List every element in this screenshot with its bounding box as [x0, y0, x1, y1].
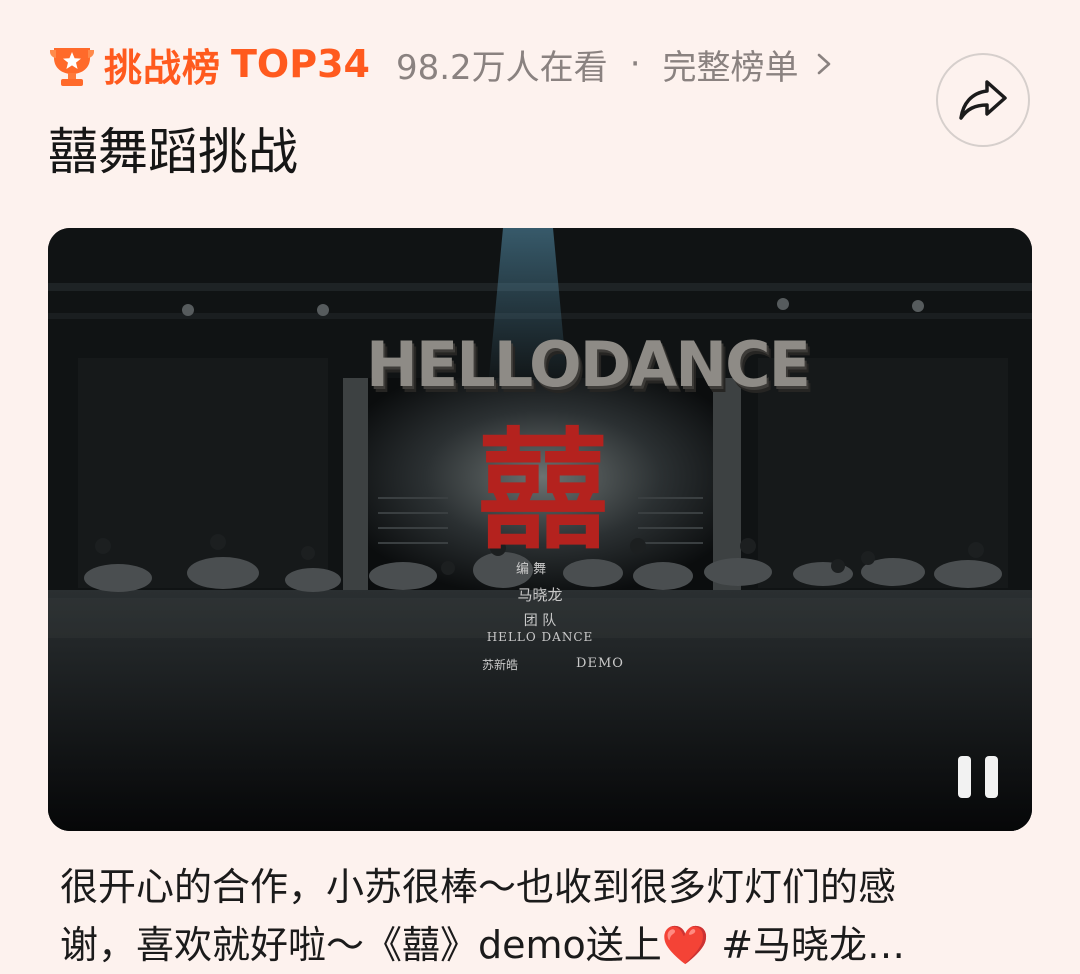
share-button[interactable] [936, 53, 1030, 147]
full-list-link[interactable]: 完整榜单 [663, 40, 799, 89]
credit-role: 编 舞 [516, 562, 547, 577]
demo-label: DEMO [576, 656, 624, 671]
pause-bar-right [985, 756, 998, 798]
viewer-count: 98.2万人在看 [395, 47, 608, 88]
pause-bar-left [958, 756, 971, 798]
video-big-character: 囍 [477, 414, 608, 567]
challenge-rank-row[interactable]: 挑战榜 TOP34 98.2万人在看 · 完整榜单 [48, 36, 835, 92]
caption-line-1: 很开心的合作，小苏很棒～也收到很多灯灯们的感 [60, 865, 897, 909]
pause-icon[interactable] [958, 756, 998, 798]
trophy-icon [50, 48, 94, 86]
separator-dot: · [629, 44, 641, 84]
chevron-right-icon [817, 53, 830, 75]
heart-emoji: ❤️ [661, 923, 710, 967]
team-name: HELLO DANCE [486, 630, 594, 644]
caption-line-2: 谢，喜欢就好啦～《囍》demo送上❤️ #马晓龙… [60, 916, 1020, 974]
challenge-title[interactable]: 囍舞蹈挑战 [48, 112, 298, 184]
share-icon [959, 80, 1007, 120]
credit-name: 马晓龙 [517, 586, 563, 604]
video-caption[interactable]: 很开心的合作，小苏很棒～也收到很多灯灯们的感 谢，喜欢就好啦～《囍》demo送上… [60, 858, 1020, 974]
video-overlay-title: HELLODANCE [366, 328, 811, 401]
video-player[interactable]: HELLODANCE 囍 编 舞 马晓龙 团 队 HELLO DANCE 苏新皓… [48, 228, 1032, 831]
team-label: 团 队 [523, 613, 557, 629]
caption-line-2-text: 谢，喜欢就好啦～《囍》demo送上 [60, 923, 662, 967]
caption-hashtag[interactable]: #马晓龙… [709, 923, 905, 967]
rank-name: 挑战榜 [104, 45, 222, 90]
rank-position: TOP34 [231, 42, 370, 86]
